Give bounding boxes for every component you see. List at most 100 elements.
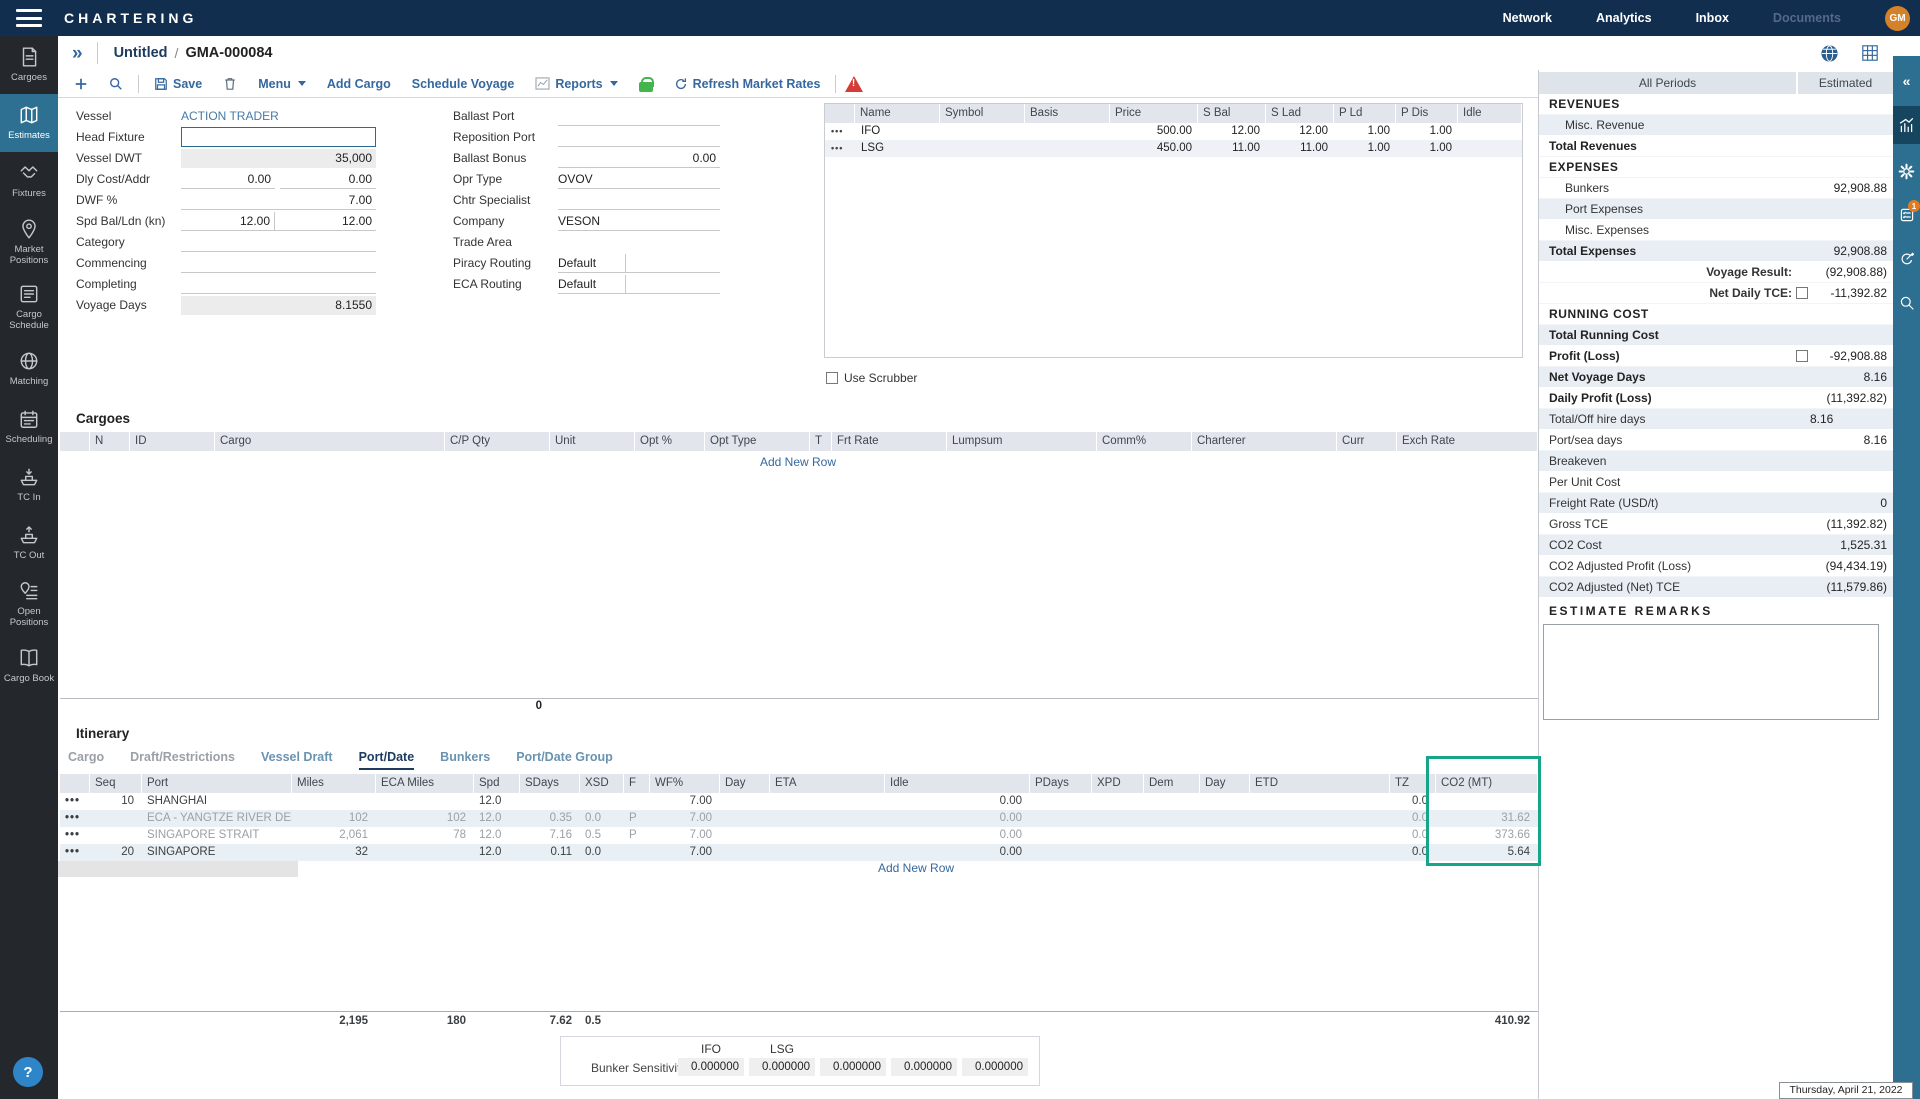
cell-idle[interactable]: 0.00 — [885, 844, 1030, 861]
ballast-bonus-field[interactable]: 0.00 — [558, 149, 720, 168]
lock-button[interactable] — [633, 76, 659, 92]
cell-wf[interactable]: 7.00 — [650, 810, 720, 827]
nav-analytics[interactable]: Analytics — [1596, 11, 1652, 25]
cell-seq[interactable] — [90, 827, 142, 844]
sidebar-item-cargo-schedule[interactable]: Cargo Schedule — [0, 275, 58, 340]
cell-eta[interactable] — [770, 827, 885, 844]
row-menu-icon[interactable]: ••• — [60, 827, 90, 844]
cell-port[interactable]: SINGAPORE STRAIT — [142, 827, 292, 844]
cell-xpd[interactable] — [1092, 810, 1144, 827]
cell-eca-miles[interactable] — [376, 793, 474, 810]
cell-name[interactable]: LSG — [855, 140, 940, 157]
cell-symbol[interactable] — [940, 123, 1025, 140]
cell-s-bal[interactable]: 12.00 — [1198, 123, 1266, 140]
menu-dropdown[interactable]: Menu — [252, 77, 312, 91]
tab-port-date[interactable]: Port/Date — [359, 750, 415, 770]
cell-miles[interactable]: 2,061 — [292, 827, 376, 844]
cell-co2[interactable] — [1436, 793, 1538, 810]
cell-dem[interactable] — [1144, 793, 1200, 810]
cell-etd[interactable] — [1250, 844, 1390, 861]
sidebar-item-market-positions[interactable]: Market Positions — [0, 210, 58, 275]
cell-idle[interactable]: 0.00 — [885, 827, 1030, 844]
piracy-routing-field-2[interactable] — [626, 254, 720, 273]
sidebar-item-scheduling[interactable]: Scheduling — [0, 398, 58, 456]
itinerary-row[interactable]: ••• 10 SHANGHAI 12.0 7.00 0.00 0.0 — [60, 793, 1538, 810]
cell-co2[interactable]: 373.66 — [1436, 827, 1538, 844]
cell-spd[interactable]: 12.0 — [474, 793, 520, 810]
cell-basis[interactable] — [1025, 123, 1110, 140]
cell-day[interactable] — [720, 810, 770, 827]
sidebar-item-matching[interactable]: Matching — [0, 340, 58, 398]
row-menu-icon[interactable]: ••• — [825, 140, 855, 157]
cell-f[interactable] — [624, 844, 650, 861]
cell-tz[interactable]: 0.0 — [1390, 810, 1436, 827]
row-menu-icon[interactable]: ••• — [60, 793, 90, 810]
cell-miles[interactable] — [292, 793, 376, 810]
spd-ldn-field[interactable]: 12.00 — [275, 212, 376, 231]
nav-inbox[interactable]: Inbox — [1696, 11, 1729, 25]
eca-routing-field[interactable]: Default — [558, 275, 626, 294]
add-button[interactable] — [68, 77, 94, 91]
bunker-row[interactable]: ••• IFO 500.00 12.00 12.00 1.00 1.00 — [825, 123, 1522, 140]
sensitivity-field-3[interactable]: 0.000000 — [820, 1058, 886, 1076]
cell-co2[interactable]: 5.64 — [1436, 844, 1538, 861]
piracy-routing-field[interactable]: Default — [558, 254, 626, 273]
cell-symbol[interactable] — [940, 140, 1025, 157]
ballast-port-field[interactable] — [558, 107, 720, 126]
save-button[interactable]: Save — [148, 77, 208, 91]
chtr-specialist-field[interactable] — [558, 191, 720, 210]
sensitivity-field-1[interactable]: 0.000000 — [678, 1058, 744, 1076]
grid-view-icon[interactable] — [1861, 44, 1879, 62]
cell-idle[interactable]: 0.00 — [885, 793, 1030, 810]
cell-tz[interactable]: 0.0 — [1390, 844, 1436, 861]
spd-bal-field[interactable]: 12.00 — [181, 212, 275, 231]
search-button[interactable] — [103, 77, 129, 91]
add-cargo-button[interactable]: Add Cargo — [321, 77, 397, 91]
estimate-remarks-textarea[interactable] — [1543, 624, 1879, 720]
cell-eta[interactable] — [770, 810, 885, 827]
cell-pdays[interactable] — [1030, 793, 1092, 810]
edit-button[interactable] — [1893, 242, 1920, 276]
cell-xsd[interactable] — [580, 793, 624, 810]
vessel-field[interactable]: ACTION TRADER — [181, 109, 376, 123]
search-panel-button[interactable] — [1893, 286, 1920, 320]
cell-eca-miles[interactable]: 78 — [376, 827, 474, 844]
cell-day[interactable] — [720, 844, 770, 861]
cell-eta[interactable] — [770, 793, 885, 810]
cell-f[interactable]: P — [624, 810, 650, 827]
cell-wf[interactable]: 7.00 — [650, 793, 720, 810]
cell-idle[interactable] — [1458, 140, 1522, 157]
cell-dem[interactable] — [1144, 827, 1200, 844]
sensitivity-field-5[interactable]: 0.000000 — [962, 1058, 1028, 1076]
itinerary-row[interactable]: ••• 20 SINGAPORE 32 12.0 0.11 0.0 7.00 0… — [60, 844, 1538, 861]
tab-port-date-group[interactable]: Port/Date Group — [516, 750, 613, 770]
cell-pdays[interactable] — [1030, 810, 1092, 827]
tab-bunkers[interactable]: Bunkers — [440, 750, 490, 770]
cell-miles[interactable]: 32 — [292, 844, 376, 861]
cell-xpd[interactable] — [1092, 793, 1144, 810]
cell-eta[interactable] — [770, 844, 885, 861]
cell-xsd[interactable]: 0.0 — [580, 844, 624, 861]
sensitivity-field-2[interactable]: 0.000000 — [749, 1058, 815, 1076]
sidebar-item-estimates[interactable]: Estimates — [0, 94, 58, 152]
sidebar-item-cargo-book[interactable]: Cargo Book — [0, 637, 58, 695]
tasks-button[interactable]: 1 — [1893, 198, 1920, 232]
row-menu-icon[interactable]: ••• — [60, 810, 90, 827]
sensitivity-field-4[interactable]: 0.000000 — [891, 1058, 957, 1076]
cell-day2[interactable] — [1200, 827, 1250, 844]
cell-day[interactable] — [720, 793, 770, 810]
cell-p-ld[interactable]: 1.00 — [1334, 140, 1396, 157]
cell-miles[interactable]: 102 — [292, 810, 376, 827]
cell-day2[interactable] — [1200, 810, 1250, 827]
cell-sdays[interactable]: 0.11 — [520, 844, 580, 861]
cell-xpd[interactable] — [1092, 844, 1144, 861]
hamburger-menu-icon[interactable] — [16, 9, 42, 27]
bunker-row[interactable]: ••• LSG 450.00 11.00 11.00 1.00 1.00 — [825, 140, 1522, 157]
cell-port[interactable]: ECA - YANGTZE RIVER DELT — [142, 810, 292, 827]
cell-dem[interactable] — [1144, 810, 1200, 827]
cell-etd[interactable] — [1250, 810, 1390, 827]
cell-idle[interactable] — [1458, 123, 1522, 140]
cargoes-add-new-row-link[interactable]: Add New Row — [58, 455, 1538, 469]
cell-spd[interactable]: 12.0 — [474, 827, 520, 844]
tab-draft-restrictions[interactable]: Draft/Restrictions — [130, 750, 235, 770]
